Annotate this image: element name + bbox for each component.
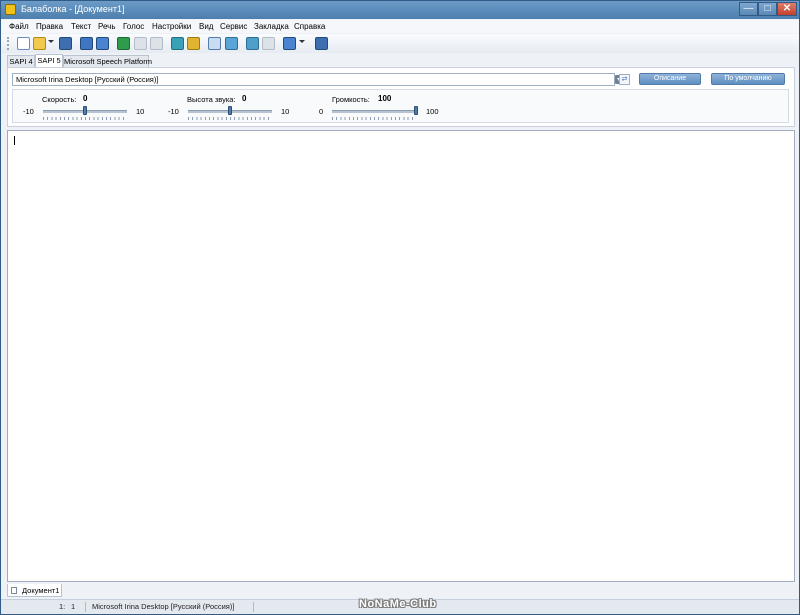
volume-ticks bbox=[332, 117, 416, 120]
open-dropdown-icon[interactable] bbox=[48, 40, 54, 43]
menu-help[interactable]: Справка bbox=[294, 22, 325, 31]
save-icon[interactable] bbox=[59, 37, 72, 50]
document-tabs: Документ1 bbox=[1, 583, 799, 597]
bookmark-icon[interactable] bbox=[246, 37, 259, 50]
menu-voice[interactable]: Голос bbox=[123, 22, 144, 31]
language-icon[interactable] bbox=[283, 37, 296, 50]
status-separator bbox=[85, 602, 86, 612]
view-list-icon[interactable] bbox=[225, 37, 238, 50]
app-logo-icon bbox=[5, 4, 16, 15]
status-column: 1 bbox=[71, 602, 76, 611]
window-title: Балаболка - [Документ1] bbox=[21, 4, 125, 14]
stop-icon[interactable] bbox=[150, 37, 163, 50]
volume-label: Громкость: bbox=[332, 95, 370, 104]
menu-speech[interactable]: Речь bbox=[98, 22, 116, 31]
text-caret bbox=[14, 136, 15, 145]
default-button[interactable]: По умолчанию bbox=[711, 73, 785, 85]
describe-button[interactable]: Описание bbox=[639, 73, 701, 85]
volume-value: 100 bbox=[378, 94, 392, 103]
refresh-voices-icon[interactable]: ⇄ bbox=[619, 74, 630, 85]
app-window: Балаболка - [Документ1] — □ ✕ Файл Правк… bbox=[0, 0, 800, 615]
rate-min: -10 bbox=[23, 107, 34, 116]
save-audio-icon[interactable] bbox=[96, 37, 109, 50]
menu-bookmarks[interactable]: Закладка bbox=[254, 22, 289, 31]
document-tab-label: Документ1 bbox=[22, 586, 60, 595]
status-line: 1: bbox=[59, 602, 66, 611]
rate-slider-thumb[interactable] bbox=[83, 106, 87, 115]
next-icon[interactable] bbox=[187, 37, 200, 50]
pause-icon[interactable] bbox=[134, 37, 147, 50]
view-text-icon[interactable] bbox=[208, 37, 221, 50]
menu-settings[interactable]: Настройки bbox=[152, 22, 191, 31]
menu-view[interactable]: Вид bbox=[199, 22, 213, 31]
pitch-value: 0 bbox=[242, 94, 247, 103]
menu-text[interactable]: Текст bbox=[71, 22, 91, 31]
rate-label: Скорость: bbox=[42, 95, 77, 104]
speak-clipboard-icon[interactable] bbox=[80, 37, 93, 50]
maximize-button[interactable]: □ bbox=[758, 2, 777, 16]
pitch-min: -10 bbox=[168, 107, 179, 116]
previous-icon[interactable] bbox=[171, 37, 184, 50]
tab-document1[interactable]: Документ1 bbox=[7, 584, 62, 597]
rate-value: 0 bbox=[83, 94, 88, 103]
toolbar-grip[interactable] bbox=[7, 37, 12, 50]
volume-slider-thumb[interactable] bbox=[414, 106, 418, 115]
tab-speech-platform[interactable]: Microsoft Speech Platform bbox=[63, 55, 152, 67]
volume-min: 0 bbox=[319, 107, 324, 116]
engine-tabs: SAPI 4 SAPI 5 Microsoft Speech Platform bbox=[1, 54, 799, 67]
pitch-max: 10 bbox=[281, 107, 290, 116]
minimize-button[interactable]: — bbox=[739, 2, 758, 16]
rate-max: 10 bbox=[136, 107, 145, 116]
menu-bar: Файл Правка Текст Речь Голос Настройки В… bbox=[1, 20, 799, 33]
new-document-icon[interactable] bbox=[17, 37, 30, 50]
voice-select[interactable]: Microsoft Irina Desktop [Русский (Россия… bbox=[12, 73, 624, 86]
voice-select-value: Microsoft Irina Desktop [Русский (Россия… bbox=[16, 75, 159, 84]
menu-edit[interactable]: Правка bbox=[36, 22, 63, 31]
document-icon bbox=[11, 587, 17, 594]
close-button[interactable]: ✕ bbox=[777, 2, 797, 16]
tab-sapi4[interactable]: SAPI 4 bbox=[7, 55, 35, 67]
pitch-ticks bbox=[188, 117, 272, 120]
volume-max: 100 bbox=[426, 107, 439, 116]
pitch-slider-thumb[interactable] bbox=[228, 106, 232, 115]
tab-sapi5[interactable]: SAPI 5 bbox=[35, 54, 63, 67]
split-icon[interactable] bbox=[262, 37, 275, 50]
open-folder-icon[interactable] bbox=[33, 37, 46, 50]
toolbar bbox=[1, 34, 799, 53]
volume-track bbox=[332, 110, 416, 113]
slider-panel: Скорость: 0 -10 10 Высота звука: 0 -10 1… bbox=[12, 89, 789, 123]
help-icon[interactable] bbox=[315, 37, 328, 50]
text-editor[interactable] bbox=[7, 130, 795, 582]
watermark: NoNaMe-Club bbox=[359, 598, 437, 610]
status-separator bbox=[253, 602, 254, 612]
play-icon[interactable] bbox=[117, 37, 130, 50]
title-bar[interactable]: Балаболка - [Документ1] — □ ✕ bbox=[1, 1, 799, 19]
language-dropdown-icon[interactable] bbox=[299, 40, 305, 43]
menu-file[interactable]: Файл bbox=[9, 22, 29, 31]
rate-ticks bbox=[43, 117, 127, 120]
pitch-label: Высота звука: bbox=[187, 95, 236, 104]
menu-tools[interactable]: Сервис bbox=[220, 22, 247, 31]
status-voice: Microsoft Irina Desktop [Русский (Россия… bbox=[92, 602, 235, 611]
